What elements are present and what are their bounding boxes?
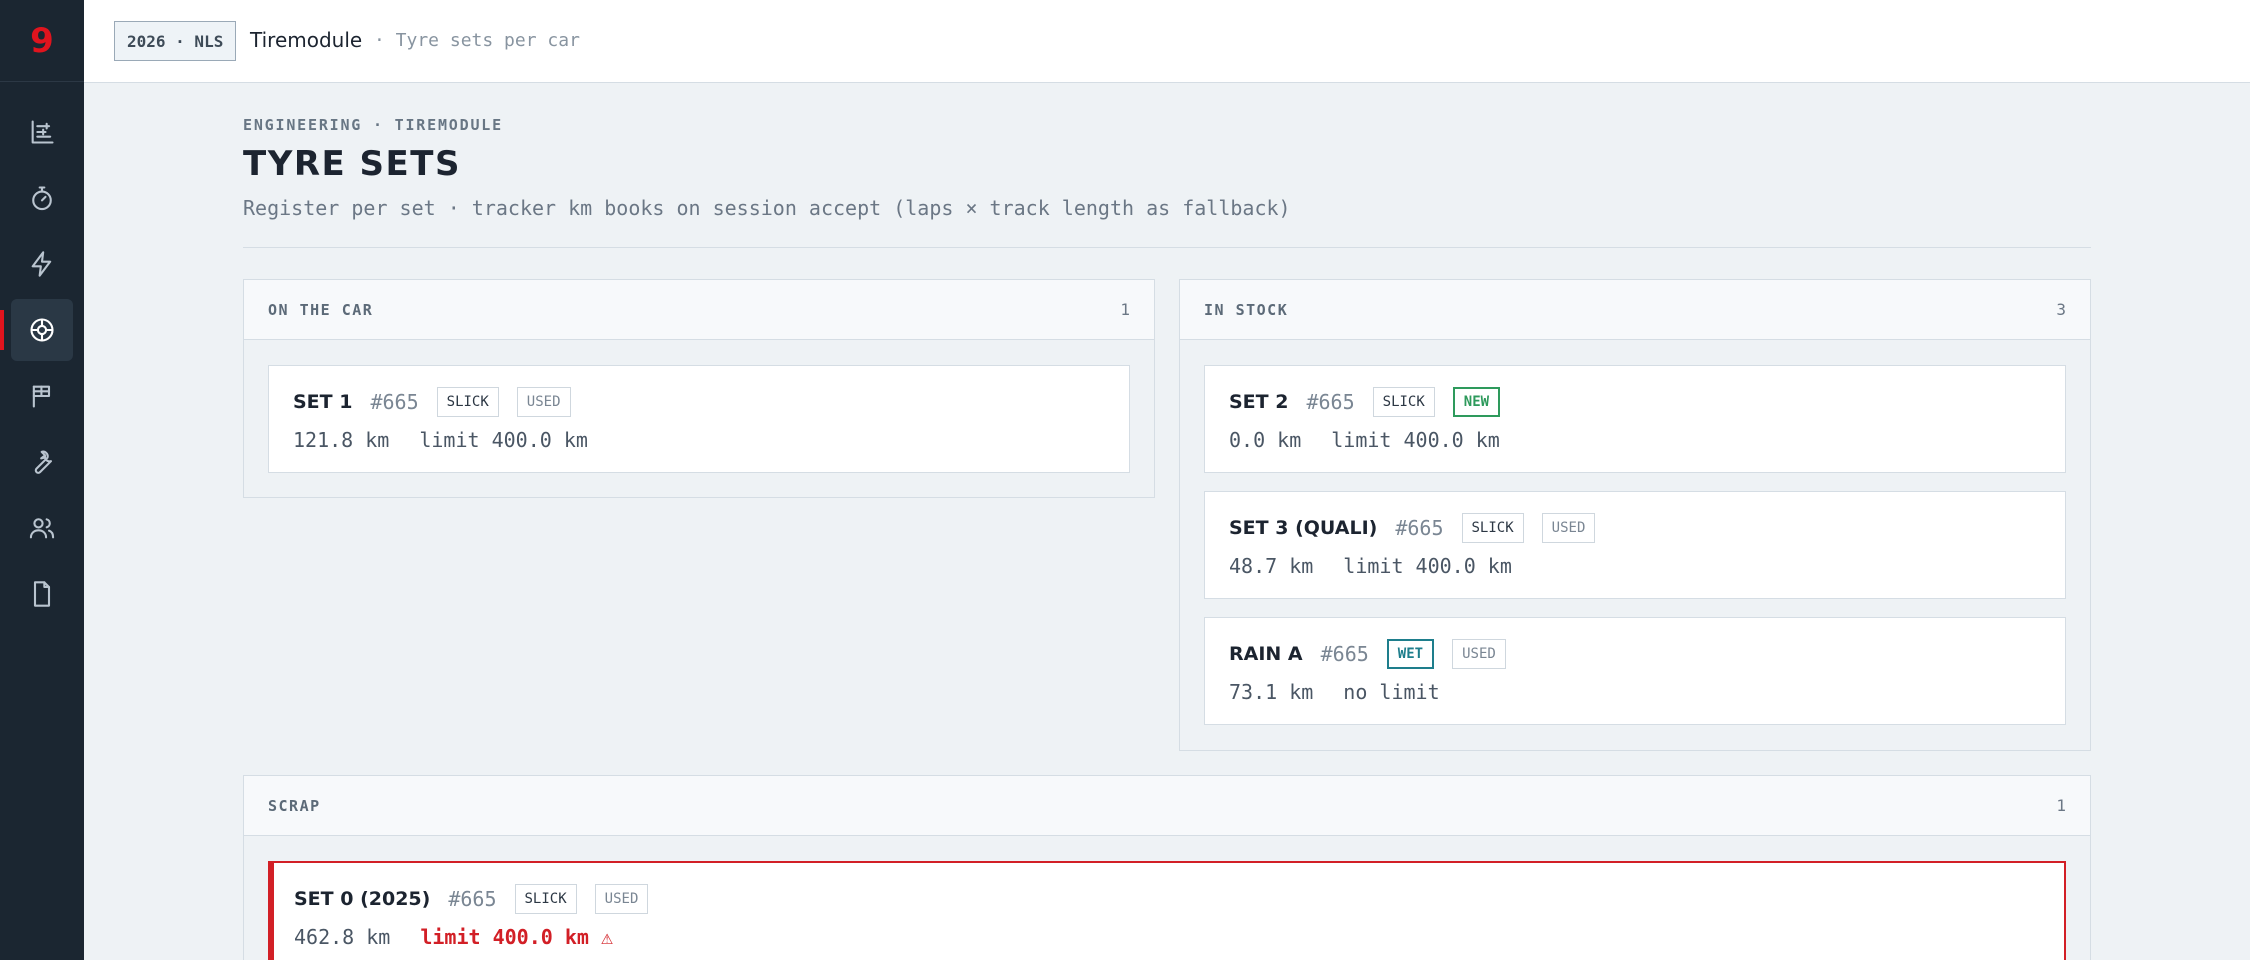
- page-description: Register per set · tracker km books on s…: [243, 196, 1291, 220]
- breadcrumb: ENGINEERING · TIREMODULE: [243, 116, 503, 134]
- car-number: #665: [1320, 642, 1369, 666]
- car-number: #665: [1395, 516, 1444, 540]
- compound-tag: SLICK: [1372, 387, 1435, 417]
- set-name: SET 1: [293, 391, 353, 413]
- km-value: 462.8 km: [294, 925, 391, 949]
- car-number: #665: [370, 390, 419, 414]
- panel-title: IN STOCK: [1204, 300, 1289, 319]
- wrench-icon[interactable]: [11, 431, 73, 493]
- compound-tag: SLICK: [514, 884, 577, 914]
- condition-tag: USED: [1452, 639, 1506, 669]
- lightning-icon[interactable]: [11, 233, 73, 295]
- tyre-set-card[interactable]: SET 1 #665 SLICK USED 121.8 km limit 400…: [268, 365, 1130, 473]
- stopwatch-icon[interactable]: [11, 167, 73, 229]
- km-limit-warning: limit 400.0 km ⚠: [420, 925, 613, 949]
- panel-header: IN STOCK 3: [1180, 280, 2090, 340]
- km-limit: limit 400.0 km: [419, 428, 588, 452]
- tyre-set-card[interactable]: RAIN A #665 WET USED 73.1 km no limit: [1204, 617, 2066, 725]
- car-number: #665: [448, 887, 497, 911]
- tyre-set-card[interactable]: SET 2 #665 SLICK NEW 0.0 km limit 400.0 …: [1204, 365, 2066, 473]
- on-car-panel: ON THE CAR 1 SET 1 #665 SLICK USED 121.8…: [243, 279, 1155, 498]
- panel-count: 1: [1120, 300, 1130, 319]
- km-value: 121.8 km: [293, 428, 390, 452]
- set-name: SET 2: [1229, 391, 1289, 413]
- condition-tag: USED: [1541, 513, 1596, 543]
- panel-count: 1: [2056, 796, 2066, 815]
- km-value: 48.7 km: [1229, 554, 1314, 578]
- set-name: SET 0 (2025): [294, 888, 431, 910]
- tyre-set-card-over-limit[interactable]: SET 0 (2025) #665 SLICK USED 462.8 km li…: [268, 861, 2066, 960]
- active-indicator: [0, 310, 4, 350]
- km-value: 0.0 km: [1229, 428, 1302, 452]
- in-stock-panel: IN STOCK 3 SET 2 #665 SLICK NEW 0.0 km l…: [1179, 279, 2091, 751]
- app-logo[interactable]: 9: [0, 0, 84, 82]
- header-divider: [243, 247, 2091, 248]
- compound-tag: SLICK: [1461, 513, 1524, 543]
- top-bar: 2026 · NLS Tiremodule · Tyre sets per ca…: [84, 0, 2250, 83]
- condition-tag: USED: [594, 884, 649, 914]
- scrap-panel: SCRAP 1 SET 0 (2025) #665 SLICK USED 462…: [243, 775, 2091, 960]
- panel-title: SCRAP: [268, 796, 321, 815]
- flag-icon[interactable]: [11, 365, 73, 427]
- timeline-icon[interactable]: [11, 101, 73, 163]
- document-icon[interactable]: [11, 563, 73, 625]
- panel-title: ON THE CAR: [268, 300, 374, 319]
- compound-tag: SLICK: [436, 387, 499, 417]
- users-icon[interactable]: [11, 497, 73, 559]
- module-title: Tiremodule: [250, 28, 363, 52]
- sidebar: 9: [0, 0, 84, 960]
- tyre-icon[interactable]: [11, 299, 73, 361]
- season-badge[interactable]: 2026 · NLS: [114, 21, 237, 61]
- module-subtitle: · Tyre sets per car: [374, 30, 580, 51]
- compound-tag: WET: [1386, 639, 1435, 669]
- set-name: SET 3 (QUALI): [1229, 517, 1378, 539]
- panel-header: ON THE CAR 1: [244, 280, 1154, 340]
- tyre-set-card[interactable]: SET 3 (QUALI) #665 SLICK USED 48.7 km li…: [1204, 491, 2066, 599]
- km-limit: no limit: [1343, 680, 1440, 704]
- panel-count: 3: [2056, 300, 2066, 319]
- km-limit: limit 400.0 km: [1331, 428, 1500, 452]
- page-title: TYRE SETS: [243, 144, 461, 184]
- km-value: 73.1 km: [1229, 680, 1314, 704]
- condition-tag: USED: [516, 387, 571, 417]
- condition-tag: NEW: [1452, 387, 1501, 417]
- set-name: RAIN A: [1229, 643, 1303, 665]
- car-number: #665: [1306, 390, 1355, 414]
- km-limit: limit 400.0 km: [1343, 554, 1512, 578]
- panel-header: SCRAP 1: [244, 776, 2090, 836]
